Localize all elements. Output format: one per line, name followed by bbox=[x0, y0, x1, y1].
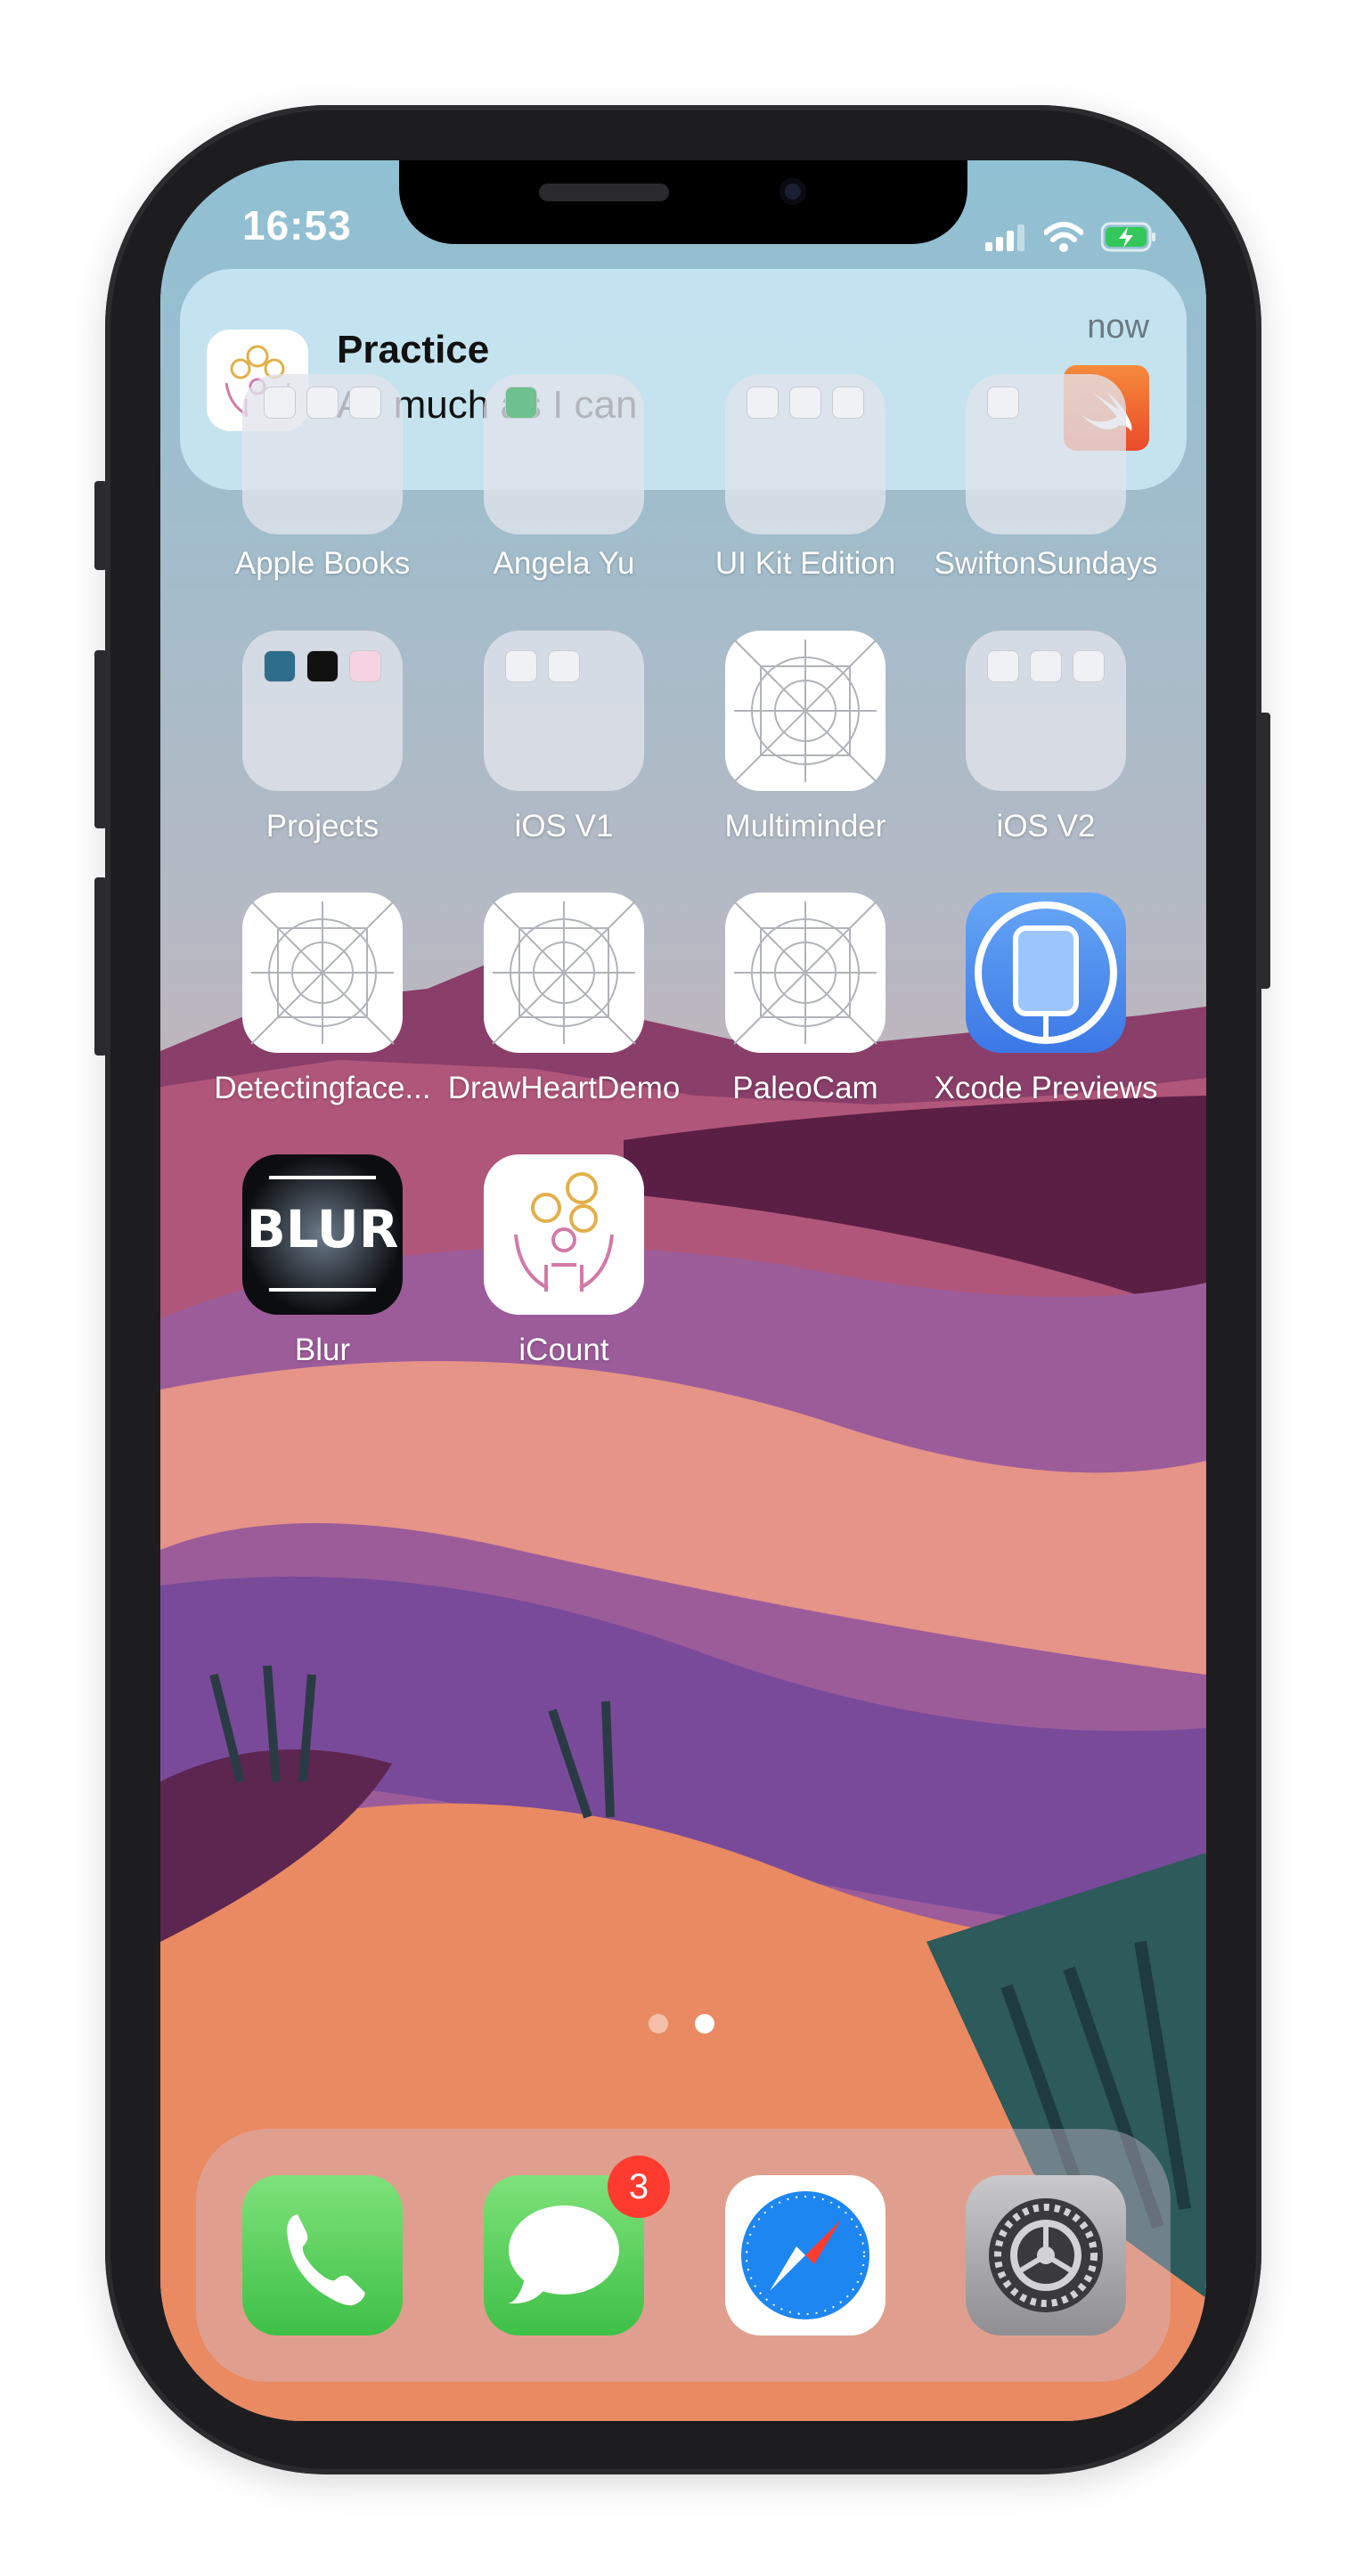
power-button bbox=[1258, 713, 1270, 989]
home-screen: 16:53 Practice much now Apple Books Ange… bbox=[160, 160, 1206, 2421]
folder-projects[interactable] bbox=[242, 631, 403, 791]
drawheartdemo-app-icon[interactable] bbox=[484, 893, 644, 1053]
app-label: Blur bbox=[294, 1333, 351, 1367]
blur-icon-text: BLUR bbox=[246, 1199, 399, 1259]
folder-angela-yu[interactable] bbox=[484, 374, 644, 534]
blur-top-line bbox=[269, 1176, 376, 1179]
app-label: Projects bbox=[265, 809, 380, 844]
status-icons bbox=[985, 210, 1156, 264]
notch bbox=[399, 160, 967, 244]
action-button bbox=[94, 481, 107, 570]
app-label: iOS V1 bbox=[514, 809, 614, 844]
icount-app-icon[interactable] bbox=[484, 1154, 644, 1315]
phone-icon[interactable] bbox=[242, 2175, 403, 2336]
folder-ios-v2[interactable] bbox=[966, 631, 1126, 791]
notification-title: Practice bbox=[337, 328, 490, 371]
earpiece-speaker bbox=[539, 183, 669, 201]
app-label: PaleoCam bbox=[732, 1071, 878, 1105]
notification-time: now bbox=[1087, 308, 1149, 346]
paleocam-app-icon[interactable] bbox=[725, 893, 886, 1053]
folder-ios-v1[interactable] bbox=[484, 631, 644, 791]
messages-badge: 3 bbox=[608, 2156, 670, 2218]
app-label: Detectingface... bbox=[214, 1071, 431, 1105]
status-time: 16:53 bbox=[242, 202, 352, 249]
folder-ui-kit-edition[interactable] bbox=[725, 374, 886, 534]
detectingface-app-icon[interactable] bbox=[242, 893, 403, 1053]
page-dot-1[interactable] bbox=[649, 2014, 668, 2034]
blur-bottom-line bbox=[269, 1288, 376, 1292]
app-label: Apple Books bbox=[234, 546, 411, 581]
app-label: DrawHeartDemo bbox=[447, 1071, 681, 1105]
folder-apple-books[interactable] bbox=[242, 374, 403, 534]
page-dot-2[interactable] bbox=[695, 2014, 714, 2034]
front-camera bbox=[779, 178, 806, 205]
multiminder-app-icon[interactable] bbox=[725, 631, 886, 791]
volume-up-button bbox=[94, 650, 107, 828]
battery-charging-icon bbox=[1101, 222, 1155, 252]
app-label: UI Kit Edition bbox=[714, 546, 896, 581]
folder-swiftonsundays[interactable] bbox=[966, 374, 1126, 534]
safari-icon[interactable] bbox=[725, 2175, 886, 2336]
app-label: iOS V2 bbox=[996, 809, 1096, 844]
dock: 3 bbox=[196, 2129, 1171, 2382]
xcode-previews-app-icon[interactable] bbox=[966, 893, 1126, 1053]
app-label: Angela Yu bbox=[493, 546, 635, 581]
wifi-icon bbox=[1044, 222, 1083, 252]
app-label: Multiminder bbox=[724, 809, 886, 844]
app-label: Xcode Previews bbox=[934, 1071, 1158, 1105]
cellular-signal-icon bbox=[985, 224, 1024, 251]
settings-icon[interactable] bbox=[966, 2175, 1126, 2336]
blur-app-icon[interactable]: BLUR bbox=[242, 1154, 403, 1315]
volume-down-button bbox=[94, 877, 107, 1056]
app-label: SwiftonSundays bbox=[934, 546, 1158, 581]
app-label: iCount bbox=[518, 1333, 609, 1367]
